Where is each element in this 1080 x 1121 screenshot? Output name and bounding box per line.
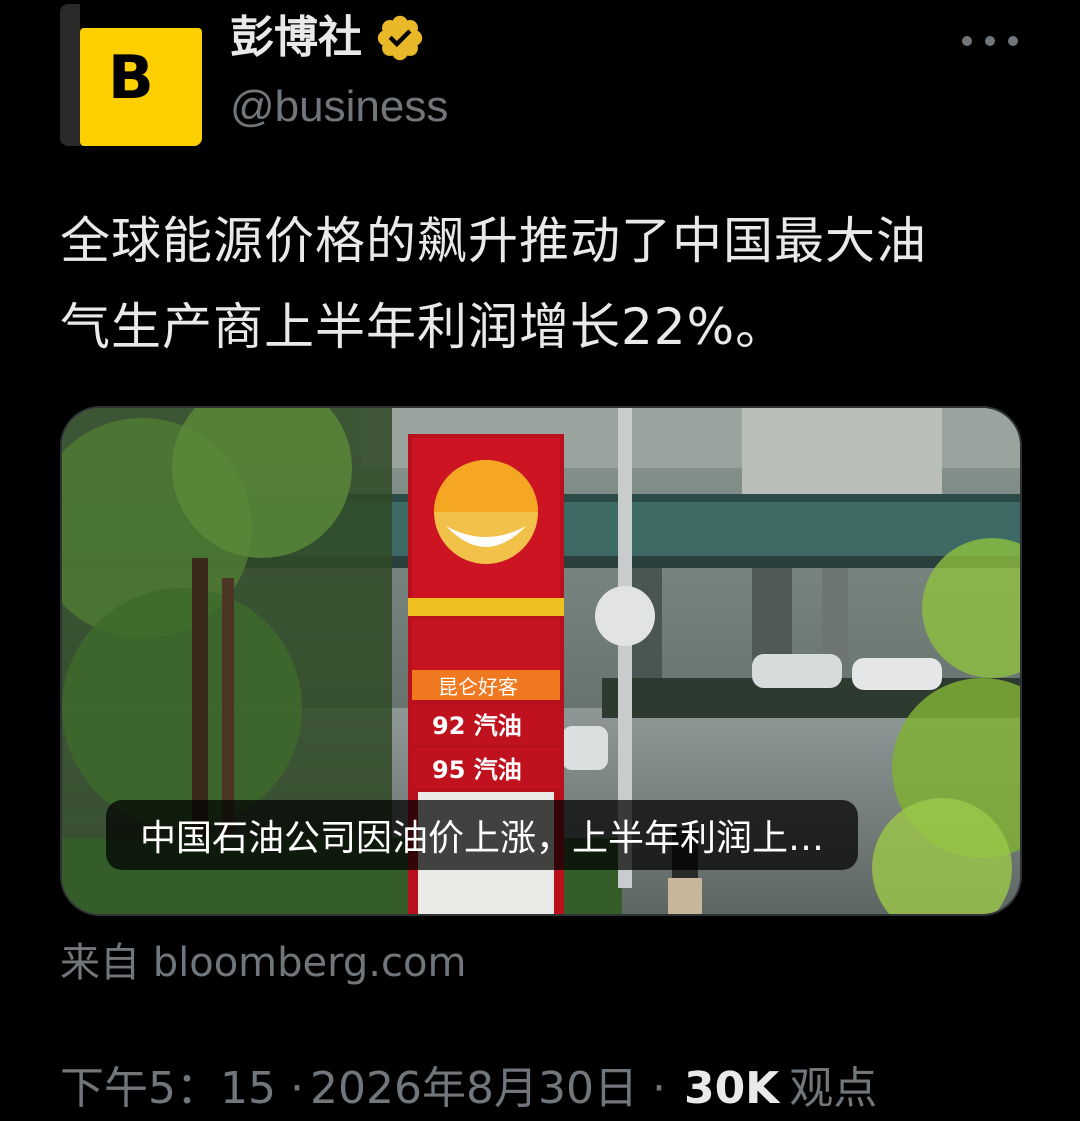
meta-separator: · <box>289 1063 304 1114</box>
author-handle[interactable]: @business <box>230 82 448 132</box>
avatar-logo: B <box>80 28 202 146</box>
avatar[interactable]: B <box>60 4 202 146</box>
tweet-text-line-2: 气生产商上半年利润增长22%。 <box>60 298 787 356</box>
meta-separator-2: · <box>651 1063 666 1114</box>
link-preview-card[interactable]: 昆仑好客 92 汽油 95 汽油 中国石油公司因油价上涨，上半年利润上… <box>60 406 1022 916</box>
avatar-letter: B <box>108 43 154 113</box>
sign-fuel-92-text: 92 汽油 <box>432 712 522 740</box>
tweet-text-line-1: 全球能源价格的飙升推动了中国最大油 <box>60 212 927 270</box>
tweet-text: 全球能源价格的飙升推动了中国最大油 气生产商上半年利润增长22%。 <box>60 198 1040 370</box>
display-name[interactable]: 彭博社 <box>230 12 362 65</box>
tweet-date[interactable]: 2026年8月30日 <box>310 1052 638 1116</box>
views-label: 观点 <box>789 1063 878 1114</box>
card-caption[interactable]: 中国石油公司因油价上涨，上半年利润上… <box>106 800 859 870</box>
more-options-icon[interactable] <box>962 26 1018 56</box>
sign-brand-text: 昆仑好客 <box>438 675 518 699</box>
source-link[interactable]: 来自 bloomberg.com <box>60 930 466 988</box>
verified-badge-icon <box>377 16 423 61</box>
sign-fuel-95-text: 95 汽油 <box>432 756 522 784</box>
tweet-time[interactable]: 下午5：15 <box>60 1052 276 1116</box>
author-name-row[interactable]: 彭博社 <box>230 12 426 65</box>
tweet-meta: 下午5：15 · 2026年8月30日 · 30K 观点 <box>60 1052 877 1116</box>
views-count[interactable]: 30K <box>684 1063 779 1114</box>
